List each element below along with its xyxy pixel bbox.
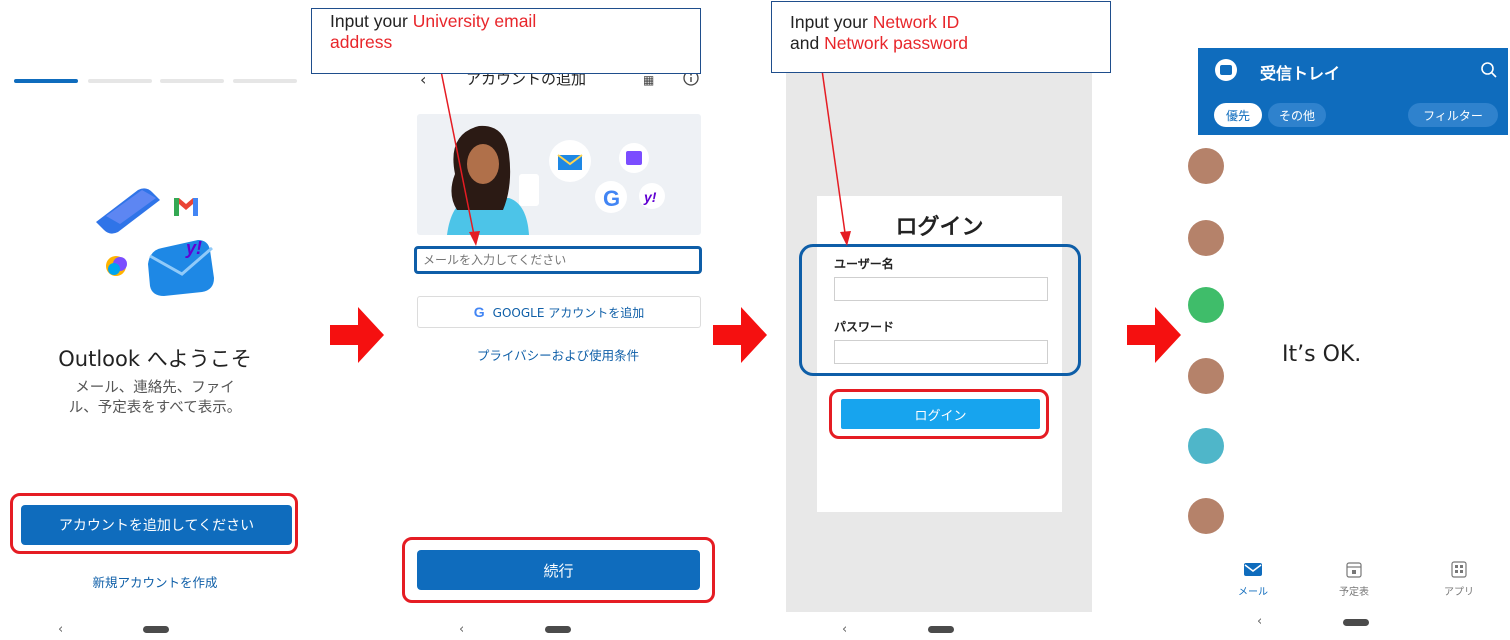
- callout-2-highlight-1: Network ID: [872, 12, 960, 32]
- callout-2-highlight-2: Network password: [824, 33, 969, 53]
- callout-1-highlight: University email: [412, 11, 537, 31]
- callout-network-credentials: Input your Network ID and Network passwo…: [771, 1, 1111, 73]
- callout-pointer: [437, 55, 851, 246]
- callout-1-highlight-line2: address: [330, 32, 393, 52]
- callout-university-email: Input your University email address: [311, 8, 701, 74]
- callout-2-and: and: [790, 33, 825, 53]
- callout-2-prefix: Input your: [790, 12, 873, 32]
- callout-1-prefix: Input your: [330, 11, 413, 31]
